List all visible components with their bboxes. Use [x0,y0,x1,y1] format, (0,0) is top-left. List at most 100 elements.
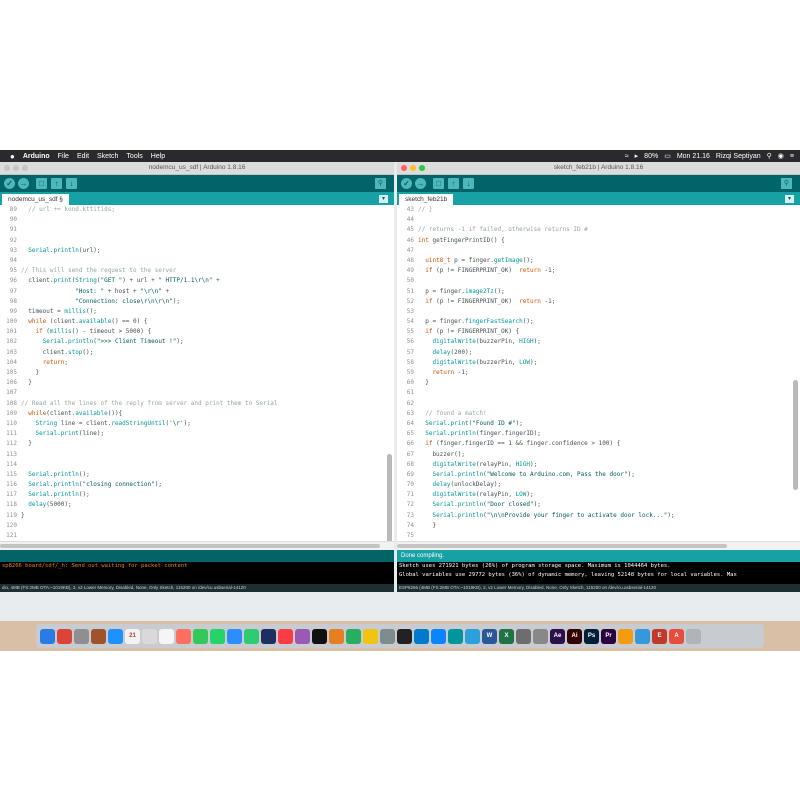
menu-item-sketch[interactable]: Sketch [97,153,118,160]
calendar-icon[interactable]: 21 [125,628,140,644]
minimize-window-button[interactable] [13,165,19,171]
open-sketch-button[interactable]: ↑ [448,178,459,189]
code-line[interactable]: 55 if (p != FINGERPRINT_OK) { [397,327,800,337]
vscode-icon[interactable] [414,628,429,644]
tab-menu-button[interactable]: ▾ [379,195,388,203]
code-line[interactable]: 107 [0,388,394,398]
code-line[interactable]: 56 digitalWrite(buzzerPin, HIGH); [397,337,800,347]
open-sketch-button[interactable]: ↑ [51,178,62,189]
code-line[interactable]: 110 String line = client.readStringUntil… [0,419,394,429]
code-line[interactable]: 67 buzzer(); [397,450,800,460]
code-line[interactable]: 105 } [0,368,394,378]
zoom-icon[interactable] [227,628,242,644]
upload-button[interactable]: → [415,178,426,189]
code-line[interactable]: 91 [0,225,394,235]
code-line[interactable]: 94 [0,256,394,266]
whatsapp-icon[interactable] [210,628,225,644]
code-line[interactable]: 90 [0,215,394,225]
podcast-icon[interactable] [295,628,310,644]
safari-icon[interactable] [108,628,123,644]
photos-icon[interactable] [176,628,191,644]
code-line[interactable]: 101 if (millis() - timeout > 5000) { [0,327,394,337]
serial-monitor-button[interactable]: ⚲ [781,178,792,189]
code-line[interactable]: 48 uint8_t p = finger.getImage(); [397,256,800,266]
verify-button[interactable]: ✓ [401,178,412,189]
code-line[interactable]: 72 Serial.println("Door closed"); [397,500,800,510]
after-effects-icon[interactable]: Ae [550,628,565,644]
code-line[interactable]: 63 // found a match! [397,409,800,419]
code-line[interactable]: 60 } [397,378,800,388]
code-line[interactable]: 116 Serial.println("closing connection")… [0,480,394,490]
new-sketch-button[interactable]: □ [433,178,444,189]
minimize-window-button[interactable] [410,165,416,171]
code-line[interactable]: 64 Serial.print("Found ID #"); [397,419,800,429]
code-line[interactable]: 109 while(client.available()){ [0,409,394,419]
premiere-icon[interactable]: Pr [601,628,616,644]
editor-scrollbar[interactable] [387,454,392,554]
zoom-window-button[interactable] [22,165,28,171]
code-line[interactable]: 66 if (finger.fingerID == 1 && finger.co… [397,439,800,449]
word-icon[interactable]: W [482,628,497,644]
code-line[interactable]: 100 while (client.available() == 0) { [0,317,394,327]
app-icon-6[interactable] [533,628,548,644]
code-line[interactable]: 120 [0,521,394,531]
app-icon[interactable] [91,628,106,644]
code-line[interactable]: 111 Serial.print(line); [0,429,394,439]
code-line[interactable]: 47 [397,246,800,256]
music-icon[interactable] [278,628,293,644]
code-line[interactable]: 51 p = finger.image2Tz(); [397,287,800,297]
close-window-button[interactable] [401,165,407,171]
code-line[interactable]: 119} [0,511,394,521]
clock[interactable]: Mon 21.16 [677,153,710,160]
illustrator-icon[interactable]: Ai [567,628,582,644]
code-line[interactable]: 52 if (p != FINGERPRINT_OK) return -1; [397,297,800,307]
arduino-icon[interactable] [448,628,463,644]
preferences-icon[interactable] [380,628,395,644]
code-line[interactable]: 118 delay(5000); [0,500,394,510]
code-line[interactable]: 68 digitalWrite(relayPin, HIGH); [397,460,800,470]
code-line[interactable]: 99 timeout = millis(); [0,307,394,317]
menu-item-edit[interactable]: Edit [77,153,89,160]
wifi-icon[interactable]: ≈ [625,153,629,160]
app-icon-5[interactable] [516,628,531,644]
code-line[interactable]: 103 client.stop(); [0,348,394,358]
code-line[interactable]: 115 Serial.println(); [0,470,394,480]
menu-list-icon[interactable]: ≡ [790,153,794,160]
code-line[interactable]: 59 return -1; [397,368,800,378]
code-line[interactable]: 113 [0,450,394,460]
menu-item-arduino[interactable]: Arduino [23,153,50,160]
code-line[interactable]: 96 client.print(String("GET ") + url + "… [0,276,394,286]
code-line[interactable]: 69 Serial.println("Welcome to Arduino.co… [397,470,800,480]
code-line[interactable]: 70 delay(unlockDelay); [397,480,800,490]
code-line[interactable]: 89 // url += kond.kttitids; [0,205,394,215]
tv-icon[interactable] [312,628,327,644]
code-line[interactable]: 44 [397,215,800,225]
code-line[interactable]: 62 [397,399,800,409]
zoom-window-button[interactable] [419,165,425,171]
code-line[interactable]: 71 digitalWrite(relayPin, LOW); [397,490,800,500]
close-window-button[interactable] [4,165,10,171]
menu-item-tools[interactable]: Tools [126,153,142,160]
code-line[interactable]: 50 [397,276,800,286]
trash-icon[interactable] [686,628,701,644]
code-line[interactable]: 57 delay(200); [397,348,800,358]
telegram-icon[interactable] [465,628,480,644]
horizontal-scroll-thumb[interactable] [397,544,727,548]
terminal-icon[interactable] [397,628,412,644]
code-line[interactable]: 65 Serial.println(finger.fingerID); [397,429,800,439]
globe-icon[interactable] [635,628,650,644]
app-icon-8[interactable]: E [652,628,667,644]
app-icon-7[interactable] [618,628,633,644]
battery-percent[interactable]: 80% [644,153,658,160]
tab-menu-button[interactable]: ▾ [785,195,794,203]
code-line[interactable]: 61 [397,388,800,398]
notes-icon[interactable] [142,628,157,644]
app-icon-3[interactable] [346,628,361,644]
code-line[interactable]: 75 [397,531,800,541]
code-line[interactable]: 45 // returns -1 if failed, otherwise ret… [397,225,800,235]
code-line[interactable]: 92 [0,236,394,246]
sketch-tab[interactable]: sketch_feb21b [399,194,454,205]
reminders-icon[interactable] [159,628,174,644]
code-line[interactable]: 117 Serial.println(); [0,490,394,500]
horizontal-scroll-thumb[interactable] [0,544,380,548]
